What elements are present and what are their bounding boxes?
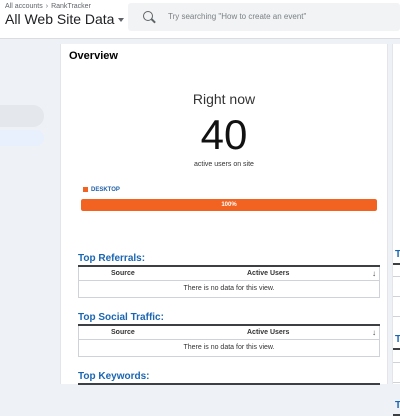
column-header-active-users[interactable]: Active Users xyxy=(247,329,289,336)
panel-title: Overview xyxy=(69,50,118,62)
divider xyxy=(393,296,400,297)
sidebar-item[interactable] xyxy=(0,105,44,127)
overview-panel: Overview Right now 40 active users on si… xyxy=(60,44,388,385)
top-keywords-block: Top Keywords: xyxy=(78,370,380,385)
divider xyxy=(393,362,400,363)
breadcrumb[interactable]: All accounts › RankTracker xyxy=(5,3,91,10)
property-selector[interactable]: All Web Site Data xyxy=(5,11,125,27)
top-referrals-block: Top Referrals: Source Active Users ↓ The… xyxy=(78,252,380,298)
property-title: All Web Site Data xyxy=(5,11,115,27)
sidebar-item-selected[interactable] xyxy=(0,130,44,146)
active-users-caption: active users on site xyxy=(194,161,254,168)
right-panel-heading: T xyxy=(395,334,400,345)
top-keywords-title[interactable]: Top Keywords: xyxy=(78,370,380,383)
table-header: Source Active Users ↓ xyxy=(79,326,379,340)
breadcrumb-all-accounts[interactable]: All accounts xyxy=(5,3,43,10)
table-header: Source Active Users ↓ xyxy=(79,267,379,281)
empty-message: There is no data for this view. xyxy=(183,284,275,292)
desktop-swatch xyxy=(83,187,88,192)
search-icon[interactable] xyxy=(143,11,153,21)
sort-arrow-icon[interactable]: ↓ xyxy=(372,269,376,278)
search-box[interactable] xyxy=(128,3,400,31)
breadcrumb-account[interactable]: RankTracker xyxy=(51,3,91,10)
top-social-traffic-title[interactable]: Top Social Traffic: xyxy=(78,311,380,324)
divider xyxy=(393,382,400,383)
top-header: All accounts › RankTracker All Web Site Da… xyxy=(0,0,400,39)
column-header-source[interactable]: Source xyxy=(111,270,135,277)
empty-message: There is no data for this view. xyxy=(183,343,275,351)
right-panel-edge: T T T xyxy=(392,44,400,416)
divider xyxy=(393,414,400,416)
breadcrumb-separator: › xyxy=(45,3,49,10)
divider xyxy=(393,316,400,317)
device-bar-percent: 100% xyxy=(221,202,237,208)
caret-down-icon xyxy=(118,18,125,23)
top-referrals-table: Source Active Users ↓ There is no data f… xyxy=(78,266,380,298)
divider xyxy=(393,276,400,277)
right-panel-heading: T xyxy=(395,249,400,260)
divider xyxy=(393,263,400,265)
right-panel-heading: T xyxy=(395,400,400,411)
divider xyxy=(393,348,400,350)
top-social-traffic-table: Source Active Users ↓ There is no data f… xyxy=(78,325,380,357)
column-header-active-users[interactable]: Active Users xyxy=(247,270,289,277)
active-users-count: 40 xyxy=(200,111,248,158)
device-label: DESKTOP xyxy=(91,187,120,194)
device-legend: DESKTOP xyxy=(83,187,120,193)
top-referrals-title[interactable]: Top Referrals: xyxy=(78,252,380,265)
search-input[interactable] xyxy=(168,3,388,31)
column-header-source[interactable]: Source xyxy=(111,329,135,336)
top-social-traffic-block: Top Social Traffic: Source Active Users … xyxy=(78,311,380,357)
sort-arrow-icon[interactable]: ↓ xyxy=(372,328,376,337)
right-now-label: Right now xyxy=(192,91,256,107)
device-bar[interactable]: 100% xyxy=(81,199,377,211)
